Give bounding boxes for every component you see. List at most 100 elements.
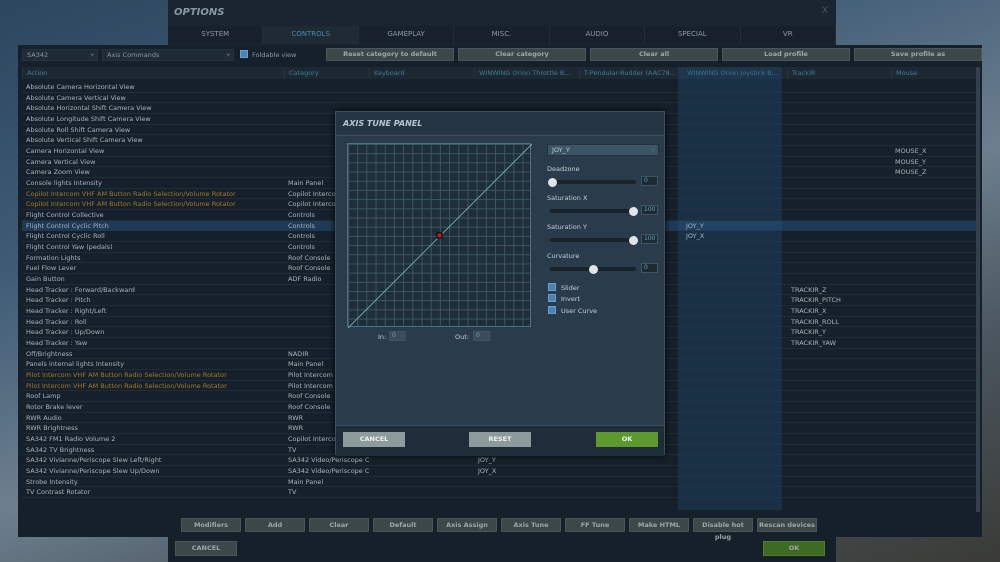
cell-action[interactable]: Panels internal lights Intensity [22, 359, 284, 369]
user-curve-checkbox[interactable] [548, 306, 556, 314]
cancel-button[interactable]: CANCEL [175, 541, 237, 556]
cell-action[interactable]: Pilot Intercom VHF AM Button Radio Selec… [22, 370, 284, 380]
panel-ok-button[interactable]: OK [596, 432, 658, 447]
column-header-1[interactable]: Category [284, 67, 369, 79]
cell-action[interactable]: SA342 Vivianne/Periscope Slew Left/Right [22, 455, 284, 465]
action-button-rescan-devices[interactable]: Rescan devices [757, 518, 817, 532]
cell-winwing[interactable]: JOY_X [474, 466, 579, 476]
cell-action[interactable]: RWR Brightness [22, 423, 284, 433]
column-header-6[interactable]: TrackIR [787, 67, 891, 79]
cell-category[interactable]: Main Panel [284, 477, 369, 487]
cell-winwing[interactable]: JOY_Y [474, 455, 579, 465]
cell-action[interactable]: Flight Control Cyclic Roll [22, 231, 284, 241]
tab-vr[interactable]: VR [740, 26, 836, 44]
action-button-disable-hot-plug[interactable]: Disable hot plug [693, 518, 753, 541]
toolbar-button-clear-category[interactable]: Clear category [458, 48, 586, 61]
table-row[interactable]: Strobe Intensity Main Panel [22, 477, 978, 488]
panel-cancel-button[interactable]: CANCEL [343, 432, 405, 447]
toolbar-button-reset-category-to-default[interactable]: Reset category to default [326, 48, 454, 61]
cell-action[interactable]: TV Contrast Rotator [22, 487, 284, 497]
column-header-7[interactable]: Mouse [891, 67, 978, 79]
cell-action[interactable]: Strobe Intensity [22, 477, 284, 487]
tab-misc[interactable]: MISC. [454, 26, 550, 44]
table-row[interactable]: SA342 Vivianne/Periscope Slew Up/Down SA3… [22, 466, 978, 477]
cell-winwing[interactable]: JOY_Y [682, 221, 787, 231]
cell-action[interactable]: Off/Brightness [22, 349, 284, 359]
toolbar-button-load-profile[interactable]: Load profile [722, 48, 850, 61]
cell-category[interactable]: TV [284, 487, 369, 497]
cell-action[interactable]: Console lights Intensity [22, 178, 284, 188]
cell-mouse[interactable]: MOUSE_Y [891, 157, 978, 167]
cell-action[interactable]: Camera Horizontal View [22, 146, 284, 156]
column-header-4[interactable]: T-Pendular-Rudder (AAC78... [579, 67, 682, 79]
saturation-y-value[interactable]: 100 [641, 234, 658, 244]
cell-trackir[interactable]: TRACKIR_Z [787, 285, 891, 295]
tab-special[interactable]: SPECIAL [645, 26, 741, 44]
cell-action[interactable]: Head Tracker : Forward/Backward [22, 285, 284, 295]
cell-action[interactable]: Head Tracker : Yaw [22, 338, 284, 348]
cell-action[interactable]: Copilot Intercom VHF AM Button Radio Sel… [22, 199, 284, 209]
cell-mouse[interactable]: MOUSE_X [891, 146, 978, 156]
cell-action[interactable]: Fuel Flow Lever [22, 263, 284, 273]
close-icon[interactable]: X [822, 6, 828, 16]
slider-knob[interactable] [548, 177, 557, 187]
cell-action[interactable]: Flight Control Yaw (pedals) [22, 242, 284, 252]
cell-trackir[interactable]: TRACKIR_Y [787, 327, 891, 337]
deadzone-slider[interactable] [548, 177, 636, 187]
cell-action[interactable]: Absolute Longitude Shift Camera View [22, 114, 284, 124]
cell-category[interactable]: SA342 Video/Periscope Co [284, 455, 369, 465]
cell-action[interactable]: Copilot Intercom VHF AM Button Radio Sel… [22, 189, 284, 199]
cell-action[interactable]: Head Tracker : Roll [22, 317, 284, 327]
cell-action[interactable]: Absolute Camera Horizontal View [22, 82, 284, 92]
cell-action[interactable]: Camera Vertical View [22, 157, 284, 167]
cell-action[interactable]: Flight Control Cyclic Pitch [22, 221, 284, 231]
cell-action[interactable]: SA342 TV Brightness [22, 445, 284, 455]
axis-select[interactable]: JOY_Y [547, 144, 659, 156]
cell-action[interactable]: Roof Lamp [22, 391, 284, 401]
panel-reset-button[interactable]: RESET [469, 432, 531, 447]
category-select[interactable]: Axis Commands [102, 49, 234, 61]
cell-action[interactable]: RWR Audio [22, 413, 284, 423]
table-row[interactable]: Absolute Camera Vertical View [22, 93, 978, 104]
column-header-2[interactable]: Keyboard [369, 67, 474, 79]
cell-mouse[interactable]: MOUSE_Z [891, 167, 978, 177]
toolbar-button-save-profile-as[interactable]: Save profile as [854, 48, 982, 61]
column-header-0[interactable]: Action [22, 67, 284, 79]
action-button-axis-tune[interactable]: Axis Tune [501, 518, 561, 532]
cell-trackir[interactable]: TRACKIR_PITCH [787, 295, 891, 305]
curvature-value[interactable]: 0 [641, 263, 658, 273]
slider-checkbox[interactable] [548, 283, 556, 291]
action-button-ff-tune[interactable]: FF Tune [565, 518, 625, 532]
cell-trackir[interactable]: TRACKIR_YAW [787, 338, 891, 348]
cell-action[interactable]: Pilot Intercom VHF AM Button Radio Selec… [22, 381, 284, 391]
cell-winwing[interactable]: JOY_X [682, 231, 787, 241]
saturation-y-slider[interactable] [550, 235, 638, 245]
cell-action[interactable]: Head Tracker : Right/Left [22, 306, 284, 316]
cell-action[interactable]: Head Tracker : Up/Down [22, 327, 284, 337]
cell-trackir[interactable]: TRACKIR_ROLL [787, 317, 891, 327]
saturation-x-value[interactable]: 100 [641, 205, 658, 215]
table-row[interactable]: TV Contrast Rotator TV [22, 487, 978, 499]
cell-action[interactable]: Rotor Brake lever [22, 402, 284, 412]
tab-controls[interactable]: CONTROLS [263, 26, 359, 44]
curvature-slider[interactable] [550, 264, 636, 274]
cell-action[interactable]: Formation Lights [22, 253, 284, 263]
action-button-clear[interactable]: Clear [309, 518, 369, 532]
action-button-axis-assign[interactable]: Axis Assign [437, 518, 497, 532]
cell-action[interactable]: Absolute Horizontal Shift Camera View [22, 103, 284, 113]
table-row[interactable]: Absolute Camera Horizontal View [22, 82, 978, 93]
deadzone-value[interactable]: 0 [641, 176, 658, 186]
cell-action[interactable]: Absolute Roll Shift Camera View [22, 125, 284, 135]
cell-trackir[interactable]: TRACKIR_X [787, 306, 891, 316]
cell-action[interactable]: Head Tracker : Pitch [22, 295, 284, 305]
column-header-3[interactable]: WINWING Orion Throttle B... [474, 67, 579, 79]
action-button-make-html[interactable]: Make HTML [629, 518, 689, 532]
table-row[interactable]: SA342 Vivianne/Periscope Slew Left/Right… [22, 455, 978, 467]
tab-system[interactable]: SYSTEM [168, 26, 264, 44]
toolbar-button-clear-all[interactable]: Clear all [590, 48, 718, 61]
cell-category[interactable]: SA342 Video/Periscope Co [284, 466, 369, 476]
slider-knob[interactable] [589, 264, 598, 274]
cell-action[interactable]: SA342 FM1 Radio Volume 2 [22, 434, 284, 444]
action-button-add[interactable]: Add [245, 518, 305, 532]
saturation-x-slider[interactable] [550, 206, 638, 216]
